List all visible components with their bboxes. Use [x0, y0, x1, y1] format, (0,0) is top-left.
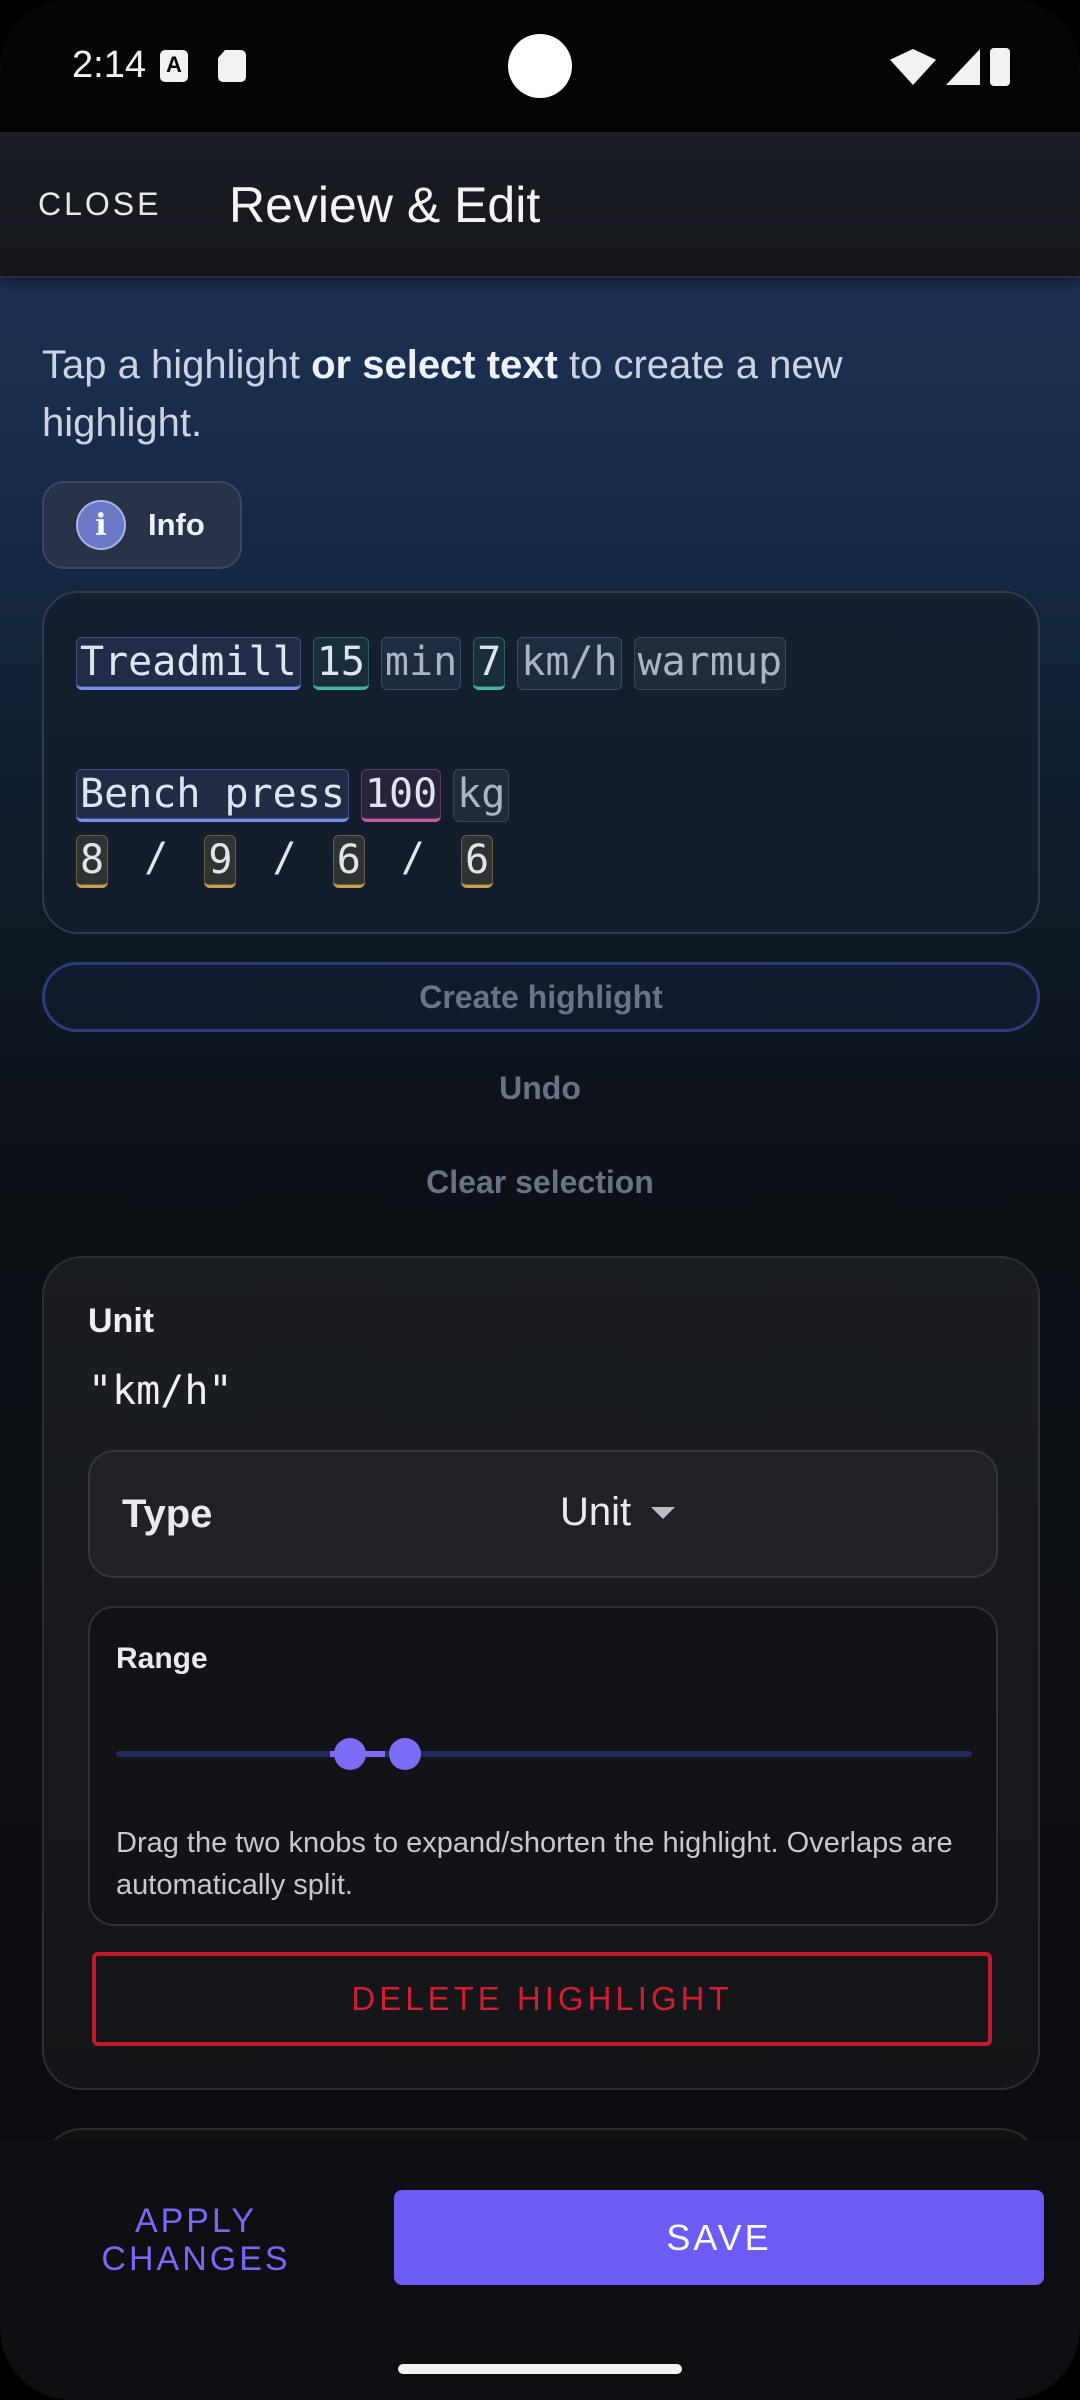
apply-changes-button[interactable]: APPLY CHANGES — [60, 2202, 332, 2278]
editor-line-2: Bench press 100 kg — [76, 769, 510, 822]
highlight-detail-card: Unit "km/h" Type Unit Range Drag the two… — [42, 1256, 1040, 2090]
highlight-token-unit[interactable]: min — [380, 637, 462, 690]
workout-text-editor[interactable]: Treadmill 15 min 7 km/h warmup Bench press 100… — [42, 591, 1040, 934]
type-row: Type Unit — [88, 1450, 998, 1578]
type-dropdown[interactable]: Unit — [560, 1490, 676, 1535]
range-end-knob[interactable] — [389, 1738, 421, 1770]
info-chip[interactable]: i Info — [42, 481, 242, 569]
status-time: 2:14 — [72, 44, 146, 86]
intro-text: Tap a highlight or select text to create… — [42, 336, 1002, 452]
wifi-icon — [890, 49, 936, 85]
range-label: Range — [116, 1642, 208, 1675]
info-label: Info — [148, 507, 205, 542]
highlight-token-exercise[interactable]: Bench press — [76, 769, 349, 822]
range-help-text: Drag the two knobs to expand/shorten the… — [116, 1827, 953, 1901]
info-icon: i — [76, 500, 126, 550]
highlight-token-weight[interactable]: 100 — [360, 769, 442, 822]
intro-bold: or select text — [311, 343, 558, 387]
highlight-token-rep[interactable]: 6 — [461, 835, 494, 888]
apply-line-1: APPLY — [134, 2202, 258, 2240]
highlight-token-plain[interactable]: kg — [453, 769, 510, 822]
delete-highlight-button[interactable]: DELETE HIGHLIGHT — [92, 1952, 992, 2046]
status-bar: 2:14 — [0, 0, 1080, 132]
highlight-value: "km/h" — [88, 1368, 233, 1414]
highlight-kind-label: Unit — [88, 1302, 155, 1340]
type-label: Type — [122, 1492, 213, 1536]
highlight-token-unit[interactable]: km/h — [517, 637, 622, 690]
top-app-bar: CLOSE Review & Edit — [0, 132, 1080, 278]
range-start-knob[interactable] — [334, 1738, 366, 1770]
rep-separator: / — [376, 835, 450, 881]
undo-button[interactable]: Undo — [0, 1070, 1080, 1107]
camera-cutout — [508, 34, 572, 98]
intro-part1: Tap a highlight — [42, 343, 312, 387]
signal-icon — [946, 49, 980, 85]
apply-line-2: CHANGES — [101, 2240, 291, 2278]
save-button[interactable]: SAVE — [394, 2190, 1044, 2285]
clear-selection-button[interactable]: Clear selection — [0, 1164, 1080, 1201]
close-button[interactable]: CLOSE — [38, 186, 161, 223]
page-title: Review & Edit — [229, 177, 541, 233]
type-dropdown-value: Unit — [560, 1490, 632, 1534]
battery-icon — [990, 48, 1010, 86]
home-indicator[interactable] — [398, 2364, 682, 2374]
bottom-action-bar: APPLY CHANGES SAVE — [0, 2140, 1080, 2400]
editor-line-1: Treadmill 15 min 7 km/h warmup — [76, 637, 787, 690]
status-right-icons — [890, 48, 1010, 86]
a-notification-icon — [160, 50, 188, 82]
range-track[interactable] — [116, 1751, 972, 1757]
highlight-token-rep[interactable]: 9 — [204, 835, 237, 888]
sd-card-icon — [218, 50, 246, 82]
highlight-token-plain[interactable]: warmup — [633, 637, 787, 690]
editor-line-3: 8 / 9 / 6 / 6 — [76, 835, 494, 888]
highlight-token-rep[interactable]: 8 — [76, 835, 109, 888]
range-panel: Range Drag the two knobs to expand/short… — [88, 1606, 998, 1926]
rep-separator: / — [248, 835, 321, 881]
phone-screen: 2:14 CLOSE Review & Edit Tap a highlight… — [0, 0, 1080, 2400]
rep-separator: / — [120, 835, 193, 881]
highlight-token-number[interactable]: 7 — [473, 637, 506, 690]
chevron-down-icon — [651, 1506, 676, 1519]
highlight-token-exercise[interactable]: Treadmill — [76, 637, 301, 690]
create-highlight-button[interactable]: Create highlight — [42, 962, 1040, 1032]
highlight-token-number[interactable]: 15 — [312, 637, 369, 690]
highlight-token-rep[interactable]: 6 — [332, 835, 365, 888]
